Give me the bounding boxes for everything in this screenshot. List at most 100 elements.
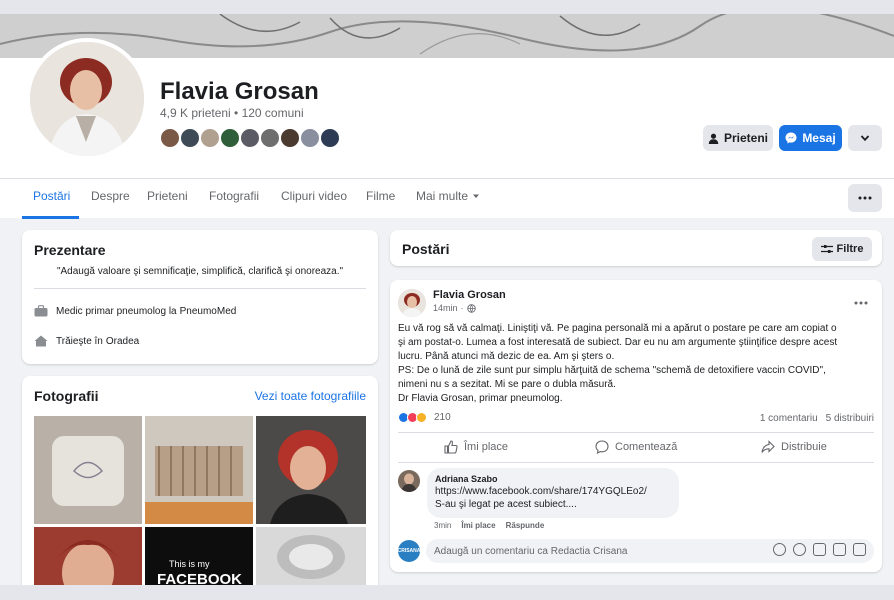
facebook-profile-page: Flavia Grosan 4,9 K prieteni • 120 comun… <box>0 0 894 600</box>
post-author-name[interactable]: Flavia Grosan <box>433 289 506 301</box>
friend-avatar[interactable] <box>319 127 341 149</box>
profile-name: Flavia Grosan <box>160 78 319 105</box>
post-text: Eu vă rog să vă calmaţi. Liniştiţi vă. P… <box>398 322 876 406</box>
sticker-icon[interactable] <box>853 543 866 556</box>
reactions-summary[interactable]: 210 <box>398 412 451 423</box>
like-button[interactable]: Îmi place <box>444 440 508 454</box>
intro-card: Prezentare "Adaugă valoare şi semnificaţ… <box>22 230 378 364</box>
comment-meta: 3min Îmi place Răspunde <box>434 521 544 530</box>
intro-bio: "Adaugă valoare şi semnificaţie, simplif… <box>56 266 344 277</box>
caret-down-icon <box>473 194 480 198</box>
friends-button[interactable]: Prieteni <box>703 125 773 151</box>
profile-photo <box>30 42 144 156</box>
tab-friends[interactable]: Prieteni <box>147 189 188 203</box>
crib-photo <box>145 416 253 524</box>
tab-posts[interactable]: Postări <box>33 189 70 203</box>
friend-avatar[interactable] <box>259 127 281 149</box>
friends-button-label: Prieteni <box>723 131 768 145</box>
photos-card: Fotografii Vezi toate fotografiile This … <box>22 376 378 600</box>
post-line: Eu vă rog să vă calmaţi. Liniştiţi vă. P… <box>398 323 837 334</box>
commenter-photo <box>398 470 420 492</box>
mutual-friends-avatars[interactable] <box>159 127 341 151</box>
message-button[interactable]: Mesaj <box>779 125 842 151</box>
work-info: Medic primar pneumolog la PneumoMed <box>34 305 236 317</box>
tab-videos[interactable]: Clipuri video <box>281 189 347 203</box>
comment-time[interactable]: 3min <box>434 521 451 530</box>
friend-avatar[interactable] <box>179 127 201 149</box>
profile-tabs: Postări Despre Prieteni Fotografii Clipu… <box>0 178 894 219</box>
post-time: 14min <box>433 303 458 313</box>
profile-avatar[interactable] <box>26 38 148 160</box>
see-all-photos-link[interactable]: Vezi toate fotografiile <box>255 389 366 403</box>
friend-avatar[interactable] <box>299 127 321 149</box>
haha-reaction-icon <box>416 412 427 423</box>
photo-thumbnail[interactable] <box>34 416 142 524</box>
chevron-down-icon <box>860 135 870 142</box>
friend-avatar[interactable] <box>219 127 241 149</box>
active-tab-indicator <box>22 216 79 219</box>
comment-button[interactable]: Comentează <box>595 440 677 454</box>
comments-count-link[interactable]: 1 comentariu <box>760 413 818 424</box>
divider <box>398 432 874 433</box>
friend-avatar[interactable] <box>199 127 221 149</box>
camera-icon[interactable] <box>813 543 826 556</box>
work-place-link[interactable]: PneumoMed <box>180 306 237 317</box>
post-timestamp[interactable]: 14min · <box>433 303 476 313</box>
tab-more[interactable]: Mai multe <box>416 189 480 203</box>
commenter-name[interactable]: Adriana Szabo <box>435 474 671 484</box>
message-button-label: Mesaj <box>802 131 836 145</box>
share-button[interactable]: Distribuie <box>761 440 827 454</box>
comment-input[interactable]: Adaugă un comentariu ca Redactia Crisana <box>426 539 874 563</box>
caption-line-1: This is my <box>169 559 210 569</box>
tab-movies[interactable]: Filme <box>366 189 395 203</box>
cover-photo[interactable] <box>0 14 894 58</box>
share-label: Distribuie <box>781 441 827 453</box>
ellipsis-icon <box>858 196 872 200</box>
post-line: Dr Flavia Grosan, primar pneumolog. <box>398 393 563 404</box>
divider <box>34 288 366 289</box>
dot-separator: · <box>460 303 464 313</box>
tab-photos[interactable]: Fotografii <box>209 189 259 203</box>
photos-title: Fotografii <box>34 388 99 404</box>
photo-thumbnail[interactable] <box>256 416 366 524</box>
intro-title: Prezentare <box>34 242 106 258</box>
comment-link[interactable]: https://www.facebook.com/share/174YGQLEo… <box>435 486 671 497</box>
post-author-avatar[interactable] <box>398 289 426 317</box>
post-options-button[interactable] <box>854 292 868 308</box>
thumbs-up-icon <box>444 440 458 454</box>
pillow-photo <box>34 416 142 524</box>
like-label: Îmi place <box>464 441 509 453</box>
divider <box>398 462 874 463</box>
work-prefix: Medic primar pneumolog la <box>56 305 177 317</box>
avatar-sticker-icon[interactable] <box>773 543 786 556</box>
comment-input-placeholder: Adaugă un comentariu ca Redactia Crisana <box>434 545 628 557</box>
home-city-link[interactable]: Oradea <box>106 336 139 347</box>
page-avatar[interactable]: CRISANA <box>398 540 420 562</box>
portrait-photo <box>256 416 366 524</box>
comment-reply-button[interactable]: Răspunde <box>506 521 545 530</box>
friend-avatar[interactable] <box>279 127 301 149</box>
filters-button[interactable]: Filtre <box>812 237 872 261</box>
more-options-button[interactable] <box>848 125 882 151</box>
home-info: Trăieşte în Oradea <box>34 335 139 347</box>
comment-text: S-au şi legat pe acest subiect.... <box>435 499 577 510</box>
post-counts: 1 comentariu 5 distribuiri <box>760 413 874 424</box>
gif-icon[interactable] <box>833 543 846 556</box>
commenter-avatar[interactable] <box>398 470 420 492</box>
briefcase-icon <box>34 305 48 317</box>
photo-thumbnail[interactable] <box>145 416 253 524</box>
comment-like-button[interactable]: Îmi place <box>461 521 495 530</box>
tab-more-label: Mai multe <box>416 189 469 203</box>
emoji-icon[interactable] <box>793 543 806 556</box>
shares-count-link[interactable]: 5 distribuiri <box>826 413 874 424</box>
friend-avatar[interactable] <box>239 127 261 149</box>
tab-about[interactable]: Despre <box>91 189 130 203</box>
comment-bubble: Adriana Szabo https://www.facebook.com/s… <box>427 468 679 518</box>
post-card: Flavia Grosan 14min · Eu vă rog să vă ca… <box>390 280 882 572</box>
profile-stats[interactable]: 4,9 K prieteni • 120 comuni <box>160 106 304 120</box>
filters-label: Filtre <box>836 243 864 255</box>
post-line: PS: De o lună de zile sunt pur simplu hă… <box>398 365 826 376</box>
home-icon <box>34 335 48 347</box>
friend-avatar[interactable] <box>159 127 181 149</box>
tabs-more-button[interactable] <box>848 184 882 212</box>
